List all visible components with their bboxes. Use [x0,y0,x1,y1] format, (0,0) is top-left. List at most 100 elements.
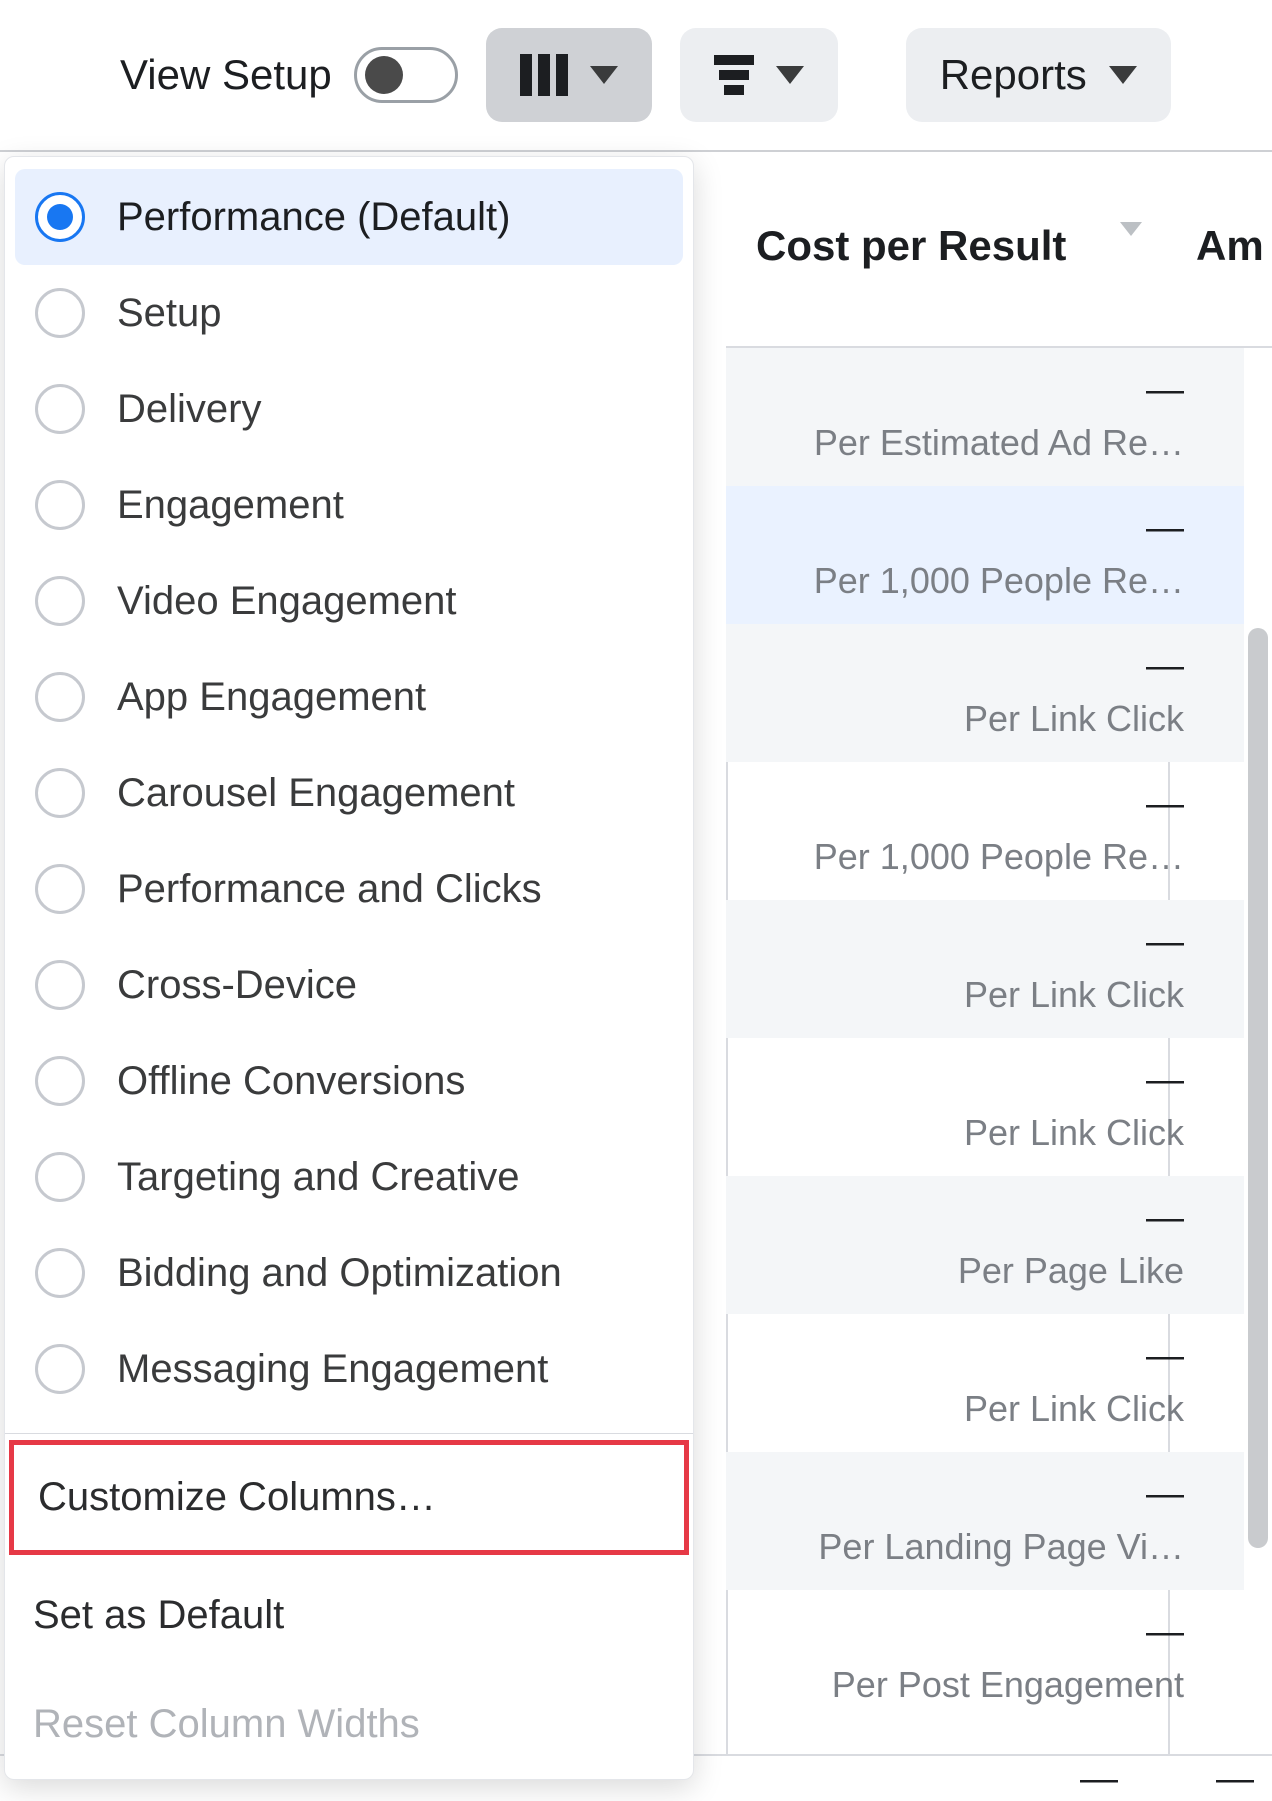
radio-icon [35,480,85,530]
reports-label: Reports [940,51,1087,99]
cell-sublabel: Per Link Click [964,1388,1184,1430]
table-row[interactable]: — Per 1,000 People Re… [726,486,1244,624]
column-preset-option[interactable]: Offline Conversions [15,1033,683,1129]
column-header-cost-per-result[interactable]: Cost per Result [756,222,1066,270]
chevron-down-icon [1120,222,1142,253]
column-preset-option[interactable]: Performance and Clicks [15,841,683,937]
radio-icon [35,768,85,818]
columns-dropdown: Performance (Default) Setup Delivery Engage… [4,156,694,1780]
toolbar: View Setup Reports [0,0,1272,152]
column-preset-option[interactable]: Messaging Engagement [15,1321,683,1417]
cell-sublabel: Per 1,000 People Re… [814,560,1184,602]
cell-sublabel: Per Estimated Ad Re… [814,422,1184,464]
table-row[interactable]: — Per Post Engagement [726,1590,1244,1728]
table-row[interactable]: — Per Page Like [726,1176,1244,1314]
columns-icon [520,54,568,96]
table-row[interactable]: — Per Link Click [726,1038,1244,1176]
preset-label: Engagement [117,483,344,528]
table-row[interactable]: — Per Landing Page Vi… [726,1452,1244,1590]
preset-label: Video Engagement [117,579,457,624]
view-setup-toggle-group: View Setup [120,47,458,103]
cell-sublabel: Per 1,000 People Re… [814,836,1184,878]
footer-value: — [1216,1758,1254,1801]
column-preset-option[interactable]: Performance (Default) [15,169,683,265]
cell-sublabel: Per Link Click [964,974,1184,1016]
cell-sublabel: Per Link Click [964,698,1184,740]
cell-value: — [1146,1059,1184,1102]
view-setup-toggle[interactable] [354,47,458,103]
column-preset-option[interactable]: Carousel Engagement [15,745,683,841]
table-row[interactable]: — Per 1,000 People Re… [726,762,1244,900]
chevron-down-icon [590,66,618,84]
preset-label: Offline Conversions [117,1059,465,1104]
reset-column-widths-action[interactable]: Reset Column Widths [5,1670,693,1779]
radio-icon [35,1152,85,1202]
cell-sublabel: Per Landing Page Vi… [818,1526,1184,1568]
customize-columns-action[interactable]: Customize Columns… [9,1440,689,1555]
radio-icon [35,384,85,434]
breakdown-icon [714,55,754,95]
preset-label: Carousel Engagement [117,771,515,816]
cell-value: — [1146,369,1184,412]
column-preset-option[interactable]: Targeting and Creative [15,1129,683,1225]
preset-list: Performance (Default) Setup Delivery Engage… [5,165,693,1417]
cell-value: — [1146,1197,1184,1240]
cell-value: — [1146,921,1184,964]
reset-column-widths-label: Reset Column Widths [33,1702,420,1746]
table-row[interactable]: —Per Link Click [726,1314,1244,1452]
cell-sublabel: Per Link Click [964,1112,1184,1154]
column-preset-option[interactable]: Setup [15,265,683,361]
preset-label: Messaging Engagement [117,1347,548,1392]
cell-value: — [1146,783,1184,826]
preset-label: App Engagement [117,675,426,720]
preset-label: Setup [117,291,222,336]
chevron-down-icon [776,66,804,84]
column-header-amount[interactable]: Am [1196,222,1264,270]
radio-icon [35,864,85,914]
radio-icon [35,576,85,626]
table-row[interactable]: — Per Estimated Ad Re… [726,348,1244,486]
cell-sublabel: Per Post Engagement [832,1664,1184,1706]
column-preset-option[interactable]: Cross-Device [15,937,683,1033]
footer-value: — [1080,1758,1118,1801]
column-preset-option[interactable]: Bidding and Optimization [15,1225,683,1321]
column-preset-option[interactable]: Delivery [15,361,683,457]
preset-label: Targeting and Creative [117,1155,519,1200]
column-preset-option[interactable]: App Engagement [15,649,683,745]
cell-value: — [1146,507,1184,550]
radio-icon [35,672,85,722]
scrollbar-thumb[interactable] [1248,628,1268,1548]
cell-sublabel: Per Page Like [958,1250,1184,1292]
preset-label: Bidding and Optimization [117,1251,562,1296]
columns-button[interactable] [486,28,652,122]
preset-label: Cross-Device [117,963,357,1008]
table-body: — Per Estimated Ad Re… — Per 1,000 People R… [726,348,1244,1754]
radio-icon [35,288,85,338]
view-setup-label: View Setup [120,51,332,99]
radio-icon [35,1056,85,1106]
cell-value: — [1146,1611,1184,1654]
cell-value: — [1146,1473,1184,1516]
toggle-knob [365,56,403,94]
radio-icon [35,1248,85,1298]
reports-button[interactable]: Reports [906,28,1171,122]
table-row[interactable]: — Per Link Click [726,900,1244,1038]
radio-icon [35,1344,85,1394]
breakdown-button[interactable] [680,28,838,122]
customize-columns-label: Customize Columns… [38,1475,436,1519]
set-as-default-label: Set as Default [33,1593,284,1637]
table-row[interactable]: — Per Link Click [726,624,1244,762]
radio-icon [35,192,85,242]
table-header: Cost per Result Am [726,152,1272,348]
set-as-default-action[interactable]: Set as Default [5,1561,693,1670]
column-preset-option[interactable]: Engagement [15,457,683,553]
column-preset-option[interactable]: Video Engagement [15,553,683,649]
preset-label: Performance and Clicks [117,867,542,912]
preset-label: Performance (Default) [117,195,510,240]
radio-icon [35,960,85,1010]
sort-indicator[interactable] [1120,236,1142,254]
preset-label: Delivery [117,387,261,432]
chevron-down-icon [1109,66,1137,84]
menu-divider [5,1433,693,1434]
cell-value: — [1146,645,1184,688]
